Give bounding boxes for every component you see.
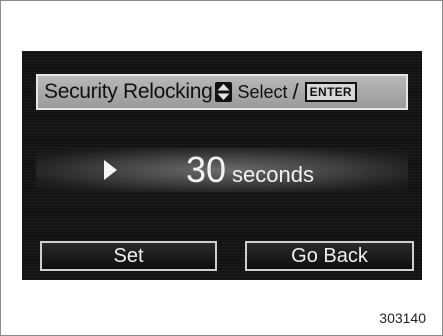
select-label: Select: [237, 81, 288, 102]
play-arrow-icon: [104, 160, 117, 180]
display-screen: Security Relocking Select / ENTER 30 seco…: [22, 51, 422, 280]
screen-title: Security Relocking: [44, 80, 213, 103]
value-number: 30: [186, 149, 227, 190]
set-button[interactable]: Set: [40, 241, 217, 271]
value-unit: seconds: [232, 162, 314, 187]
value-selector[interactable]: 30 seconds: [36, 148, 408, 192]
enter-key-label: ENTER: [304, 82, 357, 102]
up-down-arrow-icon: [214, 82, 232, 102]
go-back-button[interactable]: Go Back: [245, 241, 414, 271]
slash-separator: /: [292, 79, 299, 104]
figure-number: 303140: [379, 310, 426, 326]
value-display: 30 seconds: [186, 149, 314, 191]
title-bar: Security Relocking Select / ENTER: [36, 74, 408, 110]
figure-frame: Security Relocking Select / ENTER 30 seco…: [0, 0, 443, 336]
